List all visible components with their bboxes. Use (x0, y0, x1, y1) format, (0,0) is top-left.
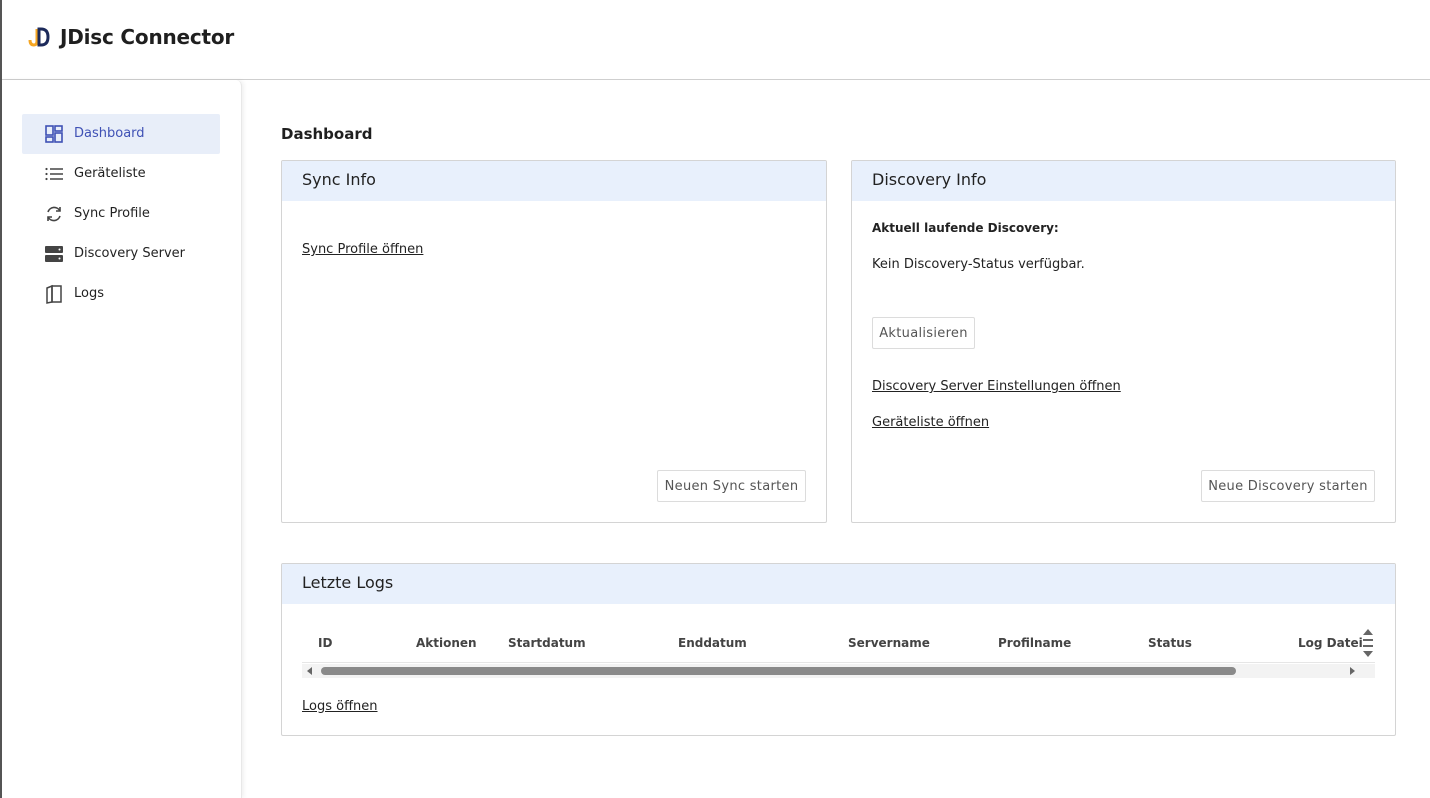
table-divider (302, 662, 1375, 663)
column-header-status[interactable]: Status (1148, 636, 1192, 650)
card-header: Discovery Info (852, 161, 1395, 201)
card-header: Sync Info (282, 161, 826, 201)
column-header-startdatum[interactable]: Startdatum (508, 636, 586, 650)
card-title: Sync Info (302, 170, 376, 189)
column-header-log-datei[interactable]: Log Datei (1298, 636, 1363, 650)
card-title: Letzte Logs (302, 573, 394, 592)
refresh-button[interactable]: Aktualisieren (872, 317, 975, 349)
app-title: JDisc Connector (60, 25, 235, 49)
sync-info-card: Sync Info Sync Profile öffnen Neuen Sync… (281, 160, 827, 523)
sidebar-item-label: Discovery Server (74, 246, 185, 261)
sidebar-item-label: Sync Profile (74, 206, 150, 221)
scroll-left-icon[interactable] (307, 667, 312, 675)
sidebar-item-dashboard[interactable]: Dashboard (22, 114, 220, 154)
sidebar-item-label: Dashboard (74, 126, 145, 141)
sidebar-item-logs[interactable]: Logs (22, 274, 220, 314)
card-header: Letzte Logs (282, 564, 1395, 604)
discovery-status-text: Kein Discovery-Status verfügbar. (872, 257, 1085, 272)
column-header-id[interactable]: ID (318, 636, 332, 650)
sync-profile-link[interactable]: Sync Profile öffnen (302, 242, 423, 257)
discovery-settings-link[interactable]: Discovery Server Einstellungen öffnen (872, 379, 1121, 394)
column-header-aktionen[interactable]: Aktionen (416, 636, 477, 650)
horizontal-scrollbar[interactable] (302, 664, 1375, 678)
start-discovery-button[interactable]: Neue Discovery starten (1201, 470, 1375, 502)
column-header-profilname[interactable]: Profilname (998, 636, 1071, 650)
recent-logs-card: Letzte Logs ID Aktionen Startdatum Endda… (281, 563, 1396, 736)
app-header: JDisc Connector (2, 0, 1430, 80)
sidebar-item-geraeteliste[interactable]: Geräteliste (22, 154, 220, 194)
jdisc-logo-icon (28, 27, 50, 47)
start-sync-button[interactable]: Neuen Sync starten (657, 470, 806, 502)
scroll-right-icon[interactable] (1350, 667, 1355, 675)
page-title: Dashboard (281, 125, 373, 143)
card-title: Discovery Info (872, 170, 987, 189)
scroll-thumb[interactable] (321, 667, 1236, 675)
sidebar-item-label: Geräteliste (74, 166, 146, 181)
current-discovery-label: Aktuell laufende Discovery: (872, 221, 1059, 235)
sidebar-item-label: Logs (74, 286, 104, 301)
column-header-servername[interactable]: Servername (848, 636, 930, 650)
column-scroll-icon[interactable] (1362, 628, 1374, 658)
sidebar-item-sync-profile[interactable]: Sync Profile (22, 194, 220, 234)
list-icon (45, 167, 63, 181)
dashboard-icon (45, 125, 63, 143)
logs-icon (46, 284, 62, 304)
device-list-link[interactable]: Geräteliste öffnen (872, 415, 989, 430)
server-icon (45, 246, 63, 262)
discovery-info-card: Discovery Info Aktuell laufende Discover… (851, 160, 1396, 523)
logs-link[interactable]: Logs öffnen (302, 699, 378, 714)
sidebar-item-discovery-server[interactable]: Discovery Server (22, 234, 220, 274)
sync-icon (47, 206, 61, 222)
sidebar: Dashboard Geräteliste Sync Profile Disco… (2, 80, 242, 798)
column-header-enddatum[interactable]: Enddatum (678, 636, 747, 650)
